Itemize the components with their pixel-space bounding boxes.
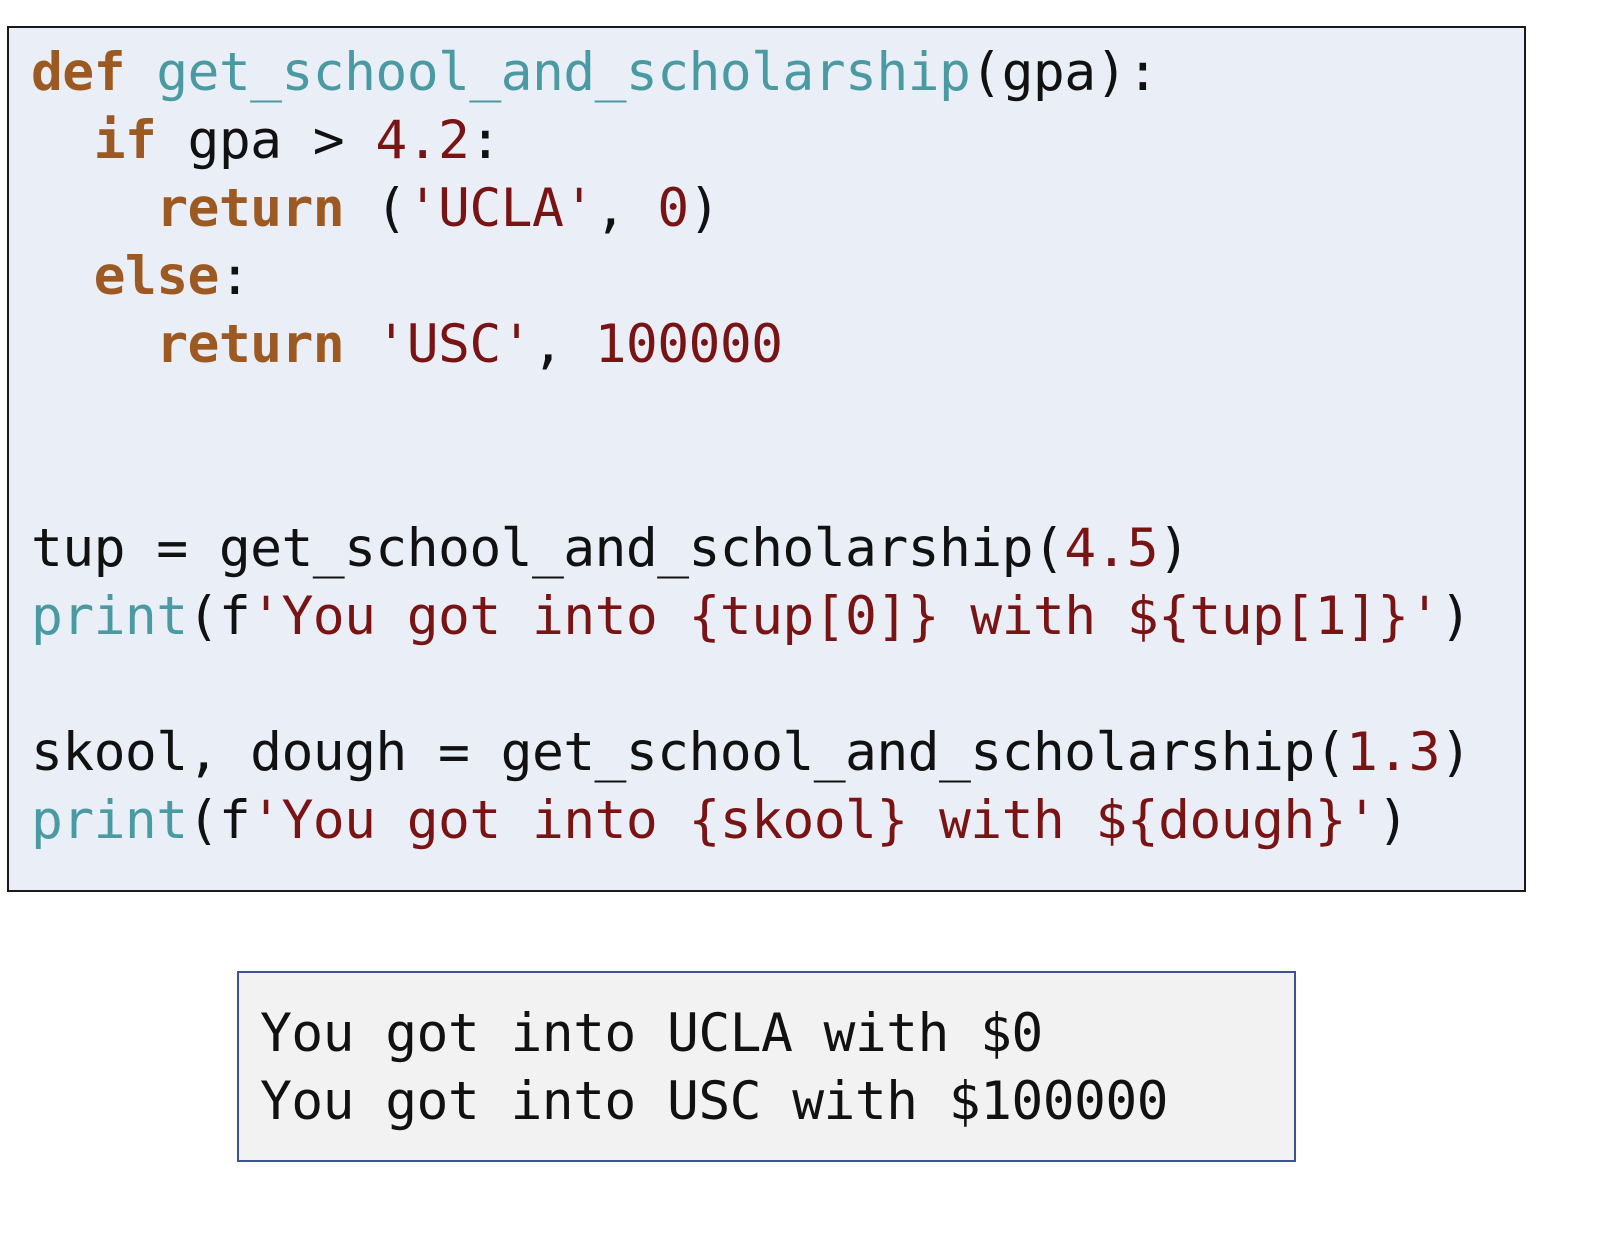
keyword-token: else — [93, 246, 220, 307]
keyword-token: def — [31, 42, 126, 103]
keyword-token: return — [156, 178, 345, 239]
code-token: gpa > — [156, 110, 376, 171]
code-token: ) — [688, 178, 721, 239]
code-token: : — [218, 246, 251, 307]
code-token: , — [531, 314, 595, 375]
code-token: (f — [187, 586, 251, 647]
literal-token: 1.3 — [1345, 722, 1441, 783]
literal-token: 0 — [657, 178, 689, 239]
code-line: return ('UCLA', 0) — [31, 175, 720, 243]
code-block: def get_school_and_scholarship(gpa): if … — [7, 26, 1526, 892]
code-line: tup = get_school_and_scholarship(4.5) — [31, 515, 1190, 583]
keyword-token: if — [93, 110, 157, 171]
code-token: ) — [1377, 790, 1409, 851]
code-line: else: — [31, 243, 251, 311]
code-token: (gpa): — [970, 42, 1159, 103]
literal-token: 'You got into {tup[0]} with ${tup[1]}' — [250, 586, 1440, 647]
literal-token: 100000 — [594, 314, 783, 375]
code-token: ) — [1158, 518, 1190, 579]
code-line: if gpa > 4.2: — [31, 107, 502, 175]
code-line: return 'USC', 100000 — [31, 311, 783, 379]
function-name-token: print — [31, 790, 188, 851]
code-line: skool, dough = get_school_and_scholarshi… — [31, 719, 1472, 787]
code-token: ( — [344, 178, 407, 239]
code-token: tup = get_school_and_scholarship( — [31, 518, 1065, 579]
literal-token: 'USC' — [375, 314, 532, 375]
function-name-token: print — [31, 586, 188, 647]
code-token: skool, dough = get_school_and_scholarshi… — [31, 722, 1347, 783]
literal-token: 4.2 — [375, 110, 470, 171]
code-line: print(f'You got into {skool} with ${doug… — [31, 787, 1409, 855]
code-token: , — [594, 178, 658, 239]
code-line: print(f'You got into {tup[0]} with ${tup… — [31, 583, 1472, 651]
code-token: (f — [187, 790, 251, 851]
output-line: You got into UCLA with $0 — [260, 1003, 1043, 1064]
literal-token: 4.5 — [1064, 518, 1159, 579]
function-name-token: get_school_and_scholarship — [156, 42, 971, 103]
literal-token: 'You got into {skool} with ${dough}' — [250, 790, 1378, 851]
literal-token: 'UCLA' — [406, 178, 595, 239]
code-token: ) — [1439, 722, 1472, 783]
code-token: : — [469, 110, 501, 171]
code-line: def get_school_and_scholarship(gpa): — [31, 39, 1159, 107]
output-line: You got into USC with $100000 — [260, 1071, 1169, 1132]
code-token: ) — [1439, 586, 1472, 647]
output-console: You got into UCLA with $0 You got into U… — [237, 971, 1296, 1162]
keyword-token: return — [156, 314, 345, 375]
